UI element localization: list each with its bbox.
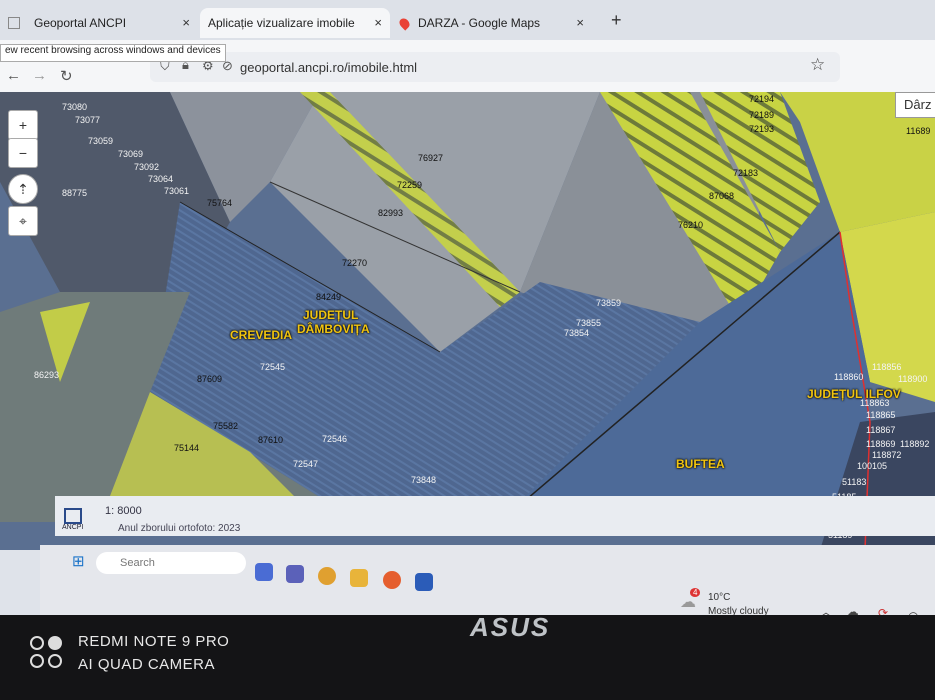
parcel-label[interactable]: 72547 bbox=[293, 459, 318, 469]
parcel-label[interactable]: 84249 bbox=[316, 292, 341, 302]
parcel-label[interactable]: 118900 bbox=[898, 374, 927, 384]
parcel-label[interactable]: 73848 bbox=[411, 475, 436, 485]
parcel-label[interactable]: 87068 bbox=[709, 191, 734, 201]
parcel-label[interactable]: 118856 bbox=[872, 362, 901, 372]
parcel-label[interactable]: 86293 bbox=[34, 370, 59, 380]
parcel-label[interactable]: 75764 bbox=[207, 198, 232, 208]
locate-icon[interactable]: ⌖ bbox=[8, 206, 38, 236]
parcel-label[interactable]: 73059 bbox=[88, 136, 113, 146]
close-icon[interactable]: × bbox=[374, 15, 382, 30]
parcel-label[interactable]: 118860 bbox=[834, 372, 863, 382]
forward-icon[interactable]: → bbox=[32, 67, 47, 84]
parcel-label[interactable]: 73061 bbox=[164, 186, 189, 196]
word-icon[interactable] bbox=[415, 573, 433, 591]
parcel-label[interactable]: 72545 bbox=[260, 362, 285, 372]
parcel-label[interactable]: 118867 bbox=[866, 425, 895, 435]
parcel-label[interactable]: 73855 bbox=[576, 318, 601, 328]
parcel-label[interactable]: 76210 bbox=[678, 220, 703, 230]
uat-label-dambovita: DÂMBOVIȚA bbox=[297, 322, 370, 336]
uat-label-crevedia: CREVEDIA bbox=[230, 328, 293, 342]
ancpi-logo-mark bbox=[64, 508, 82, 524]
parcel-label[interactable]: 73080 bbox=[62, 102, 87, 112]
tab-favicon-icon bbox=[8, 17, 20, 29]
ancpi-logo: ANCPI bbox=[62, 508, 83, 531]
tab-label: Aplicație vizualizare imobile bbox=[208, 16, 355, 30]
tab-label: Geoportal ANCPI bbox=[34, 16, 127, 30]
uat-label-buftea: BUFTEA bbox=[676, 457, 725, 471]
parcel-label[interactable]: 75582 bbox=[213, 421, 238, 431]
bookmark-star-icon[interactable]: ☆ bbox=[810, 55, 825, 75]
zoom-out-button[interactable]: − bbox=[8, 138, 38, 168]
parcel-label[interactable]: 118872 bbox=[872, 450, 901, 460]
maps-pin-icon bbox=[397, 15, 412, 31]
firefox-icon[interactable] bbox=[383, 571, 401, 589]
uat-label-judet: JUDEȚUL bbox=[303, 308, 359, 322]
parcel-label[interactable]: 73092 bbox=[134, 162, 159, 172]
new-tab-button[interactable]: + bbox=[611, 10, 622, 31]
scale-label: 1: 8000 bbox=[105, 505, 142, 517]
ortho-map bbox=[0, 92, 935, 550]
windows-start-icon[interactable]: ⊞ bbox=[72, 552, 85, 570]
laptop-screen: Geoportal ANCPI × Aplicație vizualizare … bbox=[0, 0, 935, 615]
parcel-label[interactable]: 72193 bbox=[749, 124, 774, 134]
close-icon[interactable]: × bbox=[576, 15, 584, 30]
parcel-label[interactable]: 88775 bbox=[62, 188, 87, 198]
tab-geoportal[interactable]: Geoportal ANCPI × bbox=[0, 8, 198, 38]
tab-label: DARZA - Google Maps bbox=[418, 16, 541, 30]
map-viewport[interactable]: + − ⇡ ⌖ Dârz CREVEDIA JUDEȚUL DÂMBOVIȚA … bbox=[0, 92, 935, 550]
parcel-label[interactable]: 76927 bbox=[418, 153, 443, 163]
weather-text: Mostly cloudy bbox=[708, 606, 769, 615]
parcel-label[interactable]: 118869 bbox=[866, 439, 895, 449]
parcel-label[interactable]: 72259 bbox=[397, 180, 422, 190]
parcel-label[interactable]: 73859 bbox=[596, 298, 621, 308]
tab-aplicatie[interactable]: Aplicație vizualizare imobile × bbox=[200, 8, 390, 38]
search-hint: Dârz bbox=[904, 97, 932, 112]
copilot-icon[interactable] bbox=[255, 563, 273, 581]
tab-google-maps[interactable]: DARZA - Google Maps × bbox=[392, 8, 592, 38]
parcel-label[interactable]: 87610 bbox=[258, 435, 283, 445]
parcel-label[interactable]: 72270 bbox=[342, 258, 367, 268]
back-icon[interactable]: ← bbox=[6, 67, 21, 84]
parcel-label[interactable]: 73064 bbox=[148, 174, 173, 184]
taskbar-search[interactable]: Search bbox=[96, 552, 246, 574]
parcel-label[interactable]: 118865 bbox=[866, 410, 895, 420]
file-explorer-icon[interactable] bbox=[350, 569, 368, 587]
sync-icon[interactable]: ⟳ bbox=[878, 606, 888, 615]
parcel-label[interactable]: 72194 bbox=[749, 94, 774, 104]
parcel-label[interactable]: 100105 bbox=[857, 461, 887, 471]
parcel-label[interactable]: 82993 bbox=[378, 208, 403, 218]
camera-watermark-line2: AI QUAD CAMERA bbox=[78, 656, 216, 673]
ancpi-logo-text: ANCPI bbox=[62, 524, 84, 531]
zoom-in-button[interactable]: + bbox=[8, 110, 38, 140]
tooltip: ew recent browsing across windows and de… bbox=[0, 44, 226, 62]
parcel-label[interactable]: 11689 bbox=[906, 126, 930, 136]
parcel-label[interactable]: 118892 bbox=[900, 439, 929, 449]
reload-icon[interactable]: ↻ bbox=[60, 67, 73, 85]
parcel-label[interactable]: 73077 bbox=[75, 115, 100, 125]
chevron-up-icon[interactable]: ︿ bbox=[820, 603, 832, 615]
parcel-label[interactable]: 73069 bbox=[118, 149, 143, 159]
compass-icon[interactable]: ⇡ bbox=[8, 174, 38, 204]
parcel-label[interactable]: 87609 bbox=[197, 374, 222, 384]
taskbar-search-text: Search bbox=[120, 557, 155, 569]
parcel-label[interactable]: 72546 bbox=[322, 434, 347, 444]
camera-watermark-line1: REDMI NOTE 9 PRO bbox=[78, 633, 230, 650]
parcel-label[interactable]: 75144 bbox=[174, 443, 199, 453]
parcel-label[interactable]: 51183 bbox=[842, 477, 866, 487]
ortho-year-label: Anul zborului ortofoto: 2023 bbox=[118, 523, 241, 534]
search-box[interactable]: Dârz bbox=[895, 92, 935, 118]
parcel-label[interactable]: 73854 bbox=[564, 328, 589, 338]
onedrive-icon[interactable]: ☁ bbox=[846, 604, 859, 615]
parcel-label[interactable]: 72183 bbox=[733, 168, 758, 178]
chrome-icon[interactable] bbox=[318, 567, 336, 585]
asus-logo: ASUS bbox=[470, 612, 551, 642]
camera-watermark-icon bbox=[30, 636, 64, 670]
close-icon[interactable]: × bbox=[182, 15, 190, 30]
parcel-label[interactable]: 118863 bbox=[860, 398, 889, 408]
url-text[interactable]: geoportal.ancpi.ro/imobile.html bbox=[240, 60, 417, 75]
weather-temp: 10°C bbox=[708, 592, 731, 603]
teams-icon[interactable] bbox=[286, 565, 304, 583]
browser-tab-bar: Geoportal ANCPI × Aplicație vizualizare … bbox=[0, 0, 935, 40]
parcel-label[interactable]: 72189 bbox=[749, 110, 774, 120]
